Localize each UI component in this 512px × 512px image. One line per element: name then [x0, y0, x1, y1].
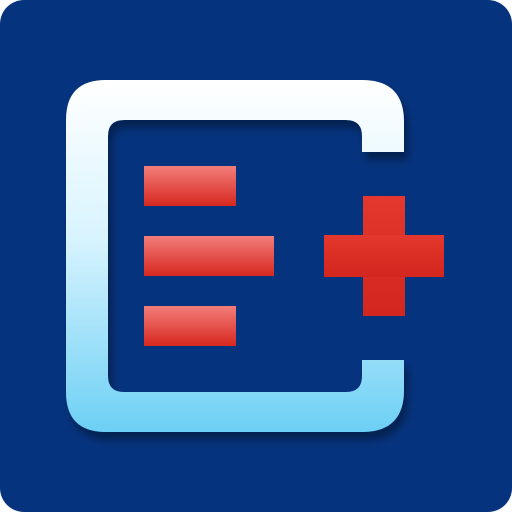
text-line-middle — [144, 236, 274, 276]
app-icon-graphic — [0, 0, 512, 512]
text-line-bottom — [144, 306, 236, 346]
text-line-top — [144, 166, 236, 206]
app-icon — [0, 0, 512, 512]
